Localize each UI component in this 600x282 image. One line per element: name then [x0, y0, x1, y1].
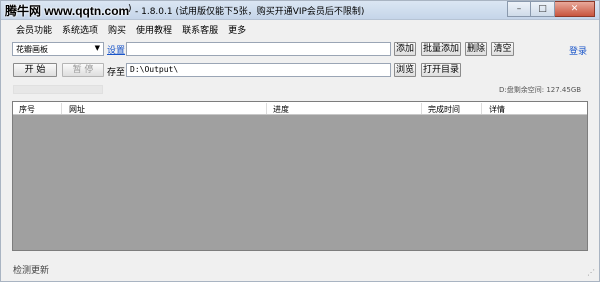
menu-support[interactable]: 联系客服	[177, 21, 223, 36]
check-update-link[interactable]: 检测更新	[13, 263, 49, 276]
menu-more[interactable]: 更多	[223, 21, 251, 36]
add-button[interactable]: 添加	[394, 42, 416, 56]
chevron-down-icon: ▼	[94, 44, 100, 52]
close-button[interactable]: ✕	[555, 1, 595, 17]
maximize-button[interactable]: □	[531, 1, 555, 17]
menu-buy[interactable]: 购买	[103, 21, 131, 36]
list-header: 序号 网址 进度 完成时间 详情	[13, 102, 587, 115]
open-folder-button[interactable]: 打开目录	[421, 63, 461, 77]
col-details[interactable]: 详情	[489, 104, 505, 115]
menu-system-options[interactable]: 系统选项	[57, 21, 103, 36]
col-divider	[421, 103, 422, 114]
download-list[interactable]: 序号 网址 进度 完成时间 详情	[12, 101, 588, 251]
login-link[interactable]: 登录	[569, 44, 587, 57]
col-divider	[266, 103, 267, 114]
disk-space-label: D:盘剩余空间: 127.45GB	[499, 86, 582, 94]
minimize-icon: –	[516, 4, 522, 14]
close-icon: ✕	[570, 4, 579, 14]
window-controls: – □ ✕	[507, 1, 595, 17]
maximize-icon: □	[538, 4, 547, 14]
start-button[interactable]: 开 始	[13, 63, 57, 77]
settings-link[interactable]: 设置	[107, 43, 125, 56]
col-finish-time[interactable]: 完成时间	[428, 104, 460, 115]
window-title: - 1.8.0.1 (试用版仅能下5张，购买开通VIP会员后不限制)	[135, 7, 365, 17]
batch-add-button[interactable]: 批量添加	[421, 42, 461, 56]
col-progress[interactable]: 进度	[273, 104, 289, 115]
browse-button[interactable]: 浏览	[394, 63, 416, 77]
save-to-label: 存至	[107, 68, 126, 78]
main-window: 腾牛网 www.qqtn.com ) - 1.8.0.1 (试用版仅能下5张，购…	[0, 0, 600, 282]
minimize-button[interactable]: –	[507, 1, 531, 17]
watermark-logo: 腾牛网 www.qqtn.com	[5, 4, 130, 18]
pause-button[interactable]: 暂 停	[62, 63, 104, 77]
col-url[interactable]: 网址	[69, 104, 85, 115]
source-select-value: 花瓣画板	[16, 45, 48, 54]
col-index[interactable]: 序号	[19, 104, 35, 115]
resize-grip-icon[interactable]: ⋰	[587, 268, 595, 277]
delete-button[interactable]: 删除	[465, 42, 487, 56]
download-progress-bar	[13, 85, 103, 94]
col-divider	[61, 103, 62, 114]
col-divider	[481, 103, 482, 114]
menu-bar: 会员功能 系统选项 购买 使用教程 联系客服 更多	[1, 21, 599, 36]
clear-button[interactable]: 清空	[491, 42, 514, 56]
url-input[interactable]	[126, 42, 391, 56]
menu-member[interactable]: 会员功能	[11, 21, 57, 36]
title-bar: 腾牛网 www.qqtn.com ) - 1.8.0.1 (试用版仅能下5张，购…	[1, 1, 599, 20]
title-paren: )	[128, 4, 132, 14]
source-select[interactable]: 花瓣画板 ▼	[12, 42, 104, 56]
save-path-input[interactable]: D:\Output\	[126, 63, 391, 77]
menu-tutorial[interactable]: 使用教程	[131, 21, 177, 36]
